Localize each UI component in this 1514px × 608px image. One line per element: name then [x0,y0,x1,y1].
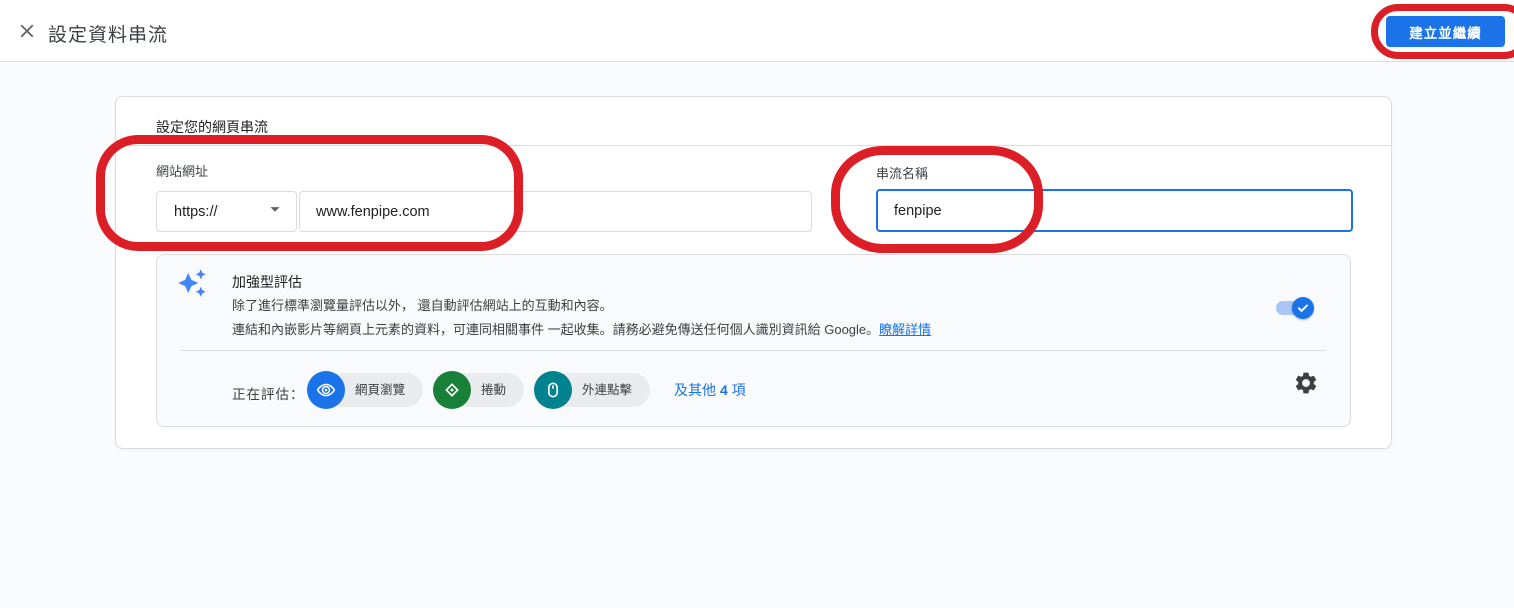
protocol-select[interactable]: https:// [156,191,297,232]
chip-scroll: 捲動 [433,371,524,409]
close-button[interactable] [12,17,42,47]
enhanced-measurement-description: 除了進行標準瀏覽量評估以外， 還自動評估網站上的互動和內容。 連結和內嵌影片等網… [232,294,931,342]
panel-divider [181,350,1326,351]
measuring-label: 正在評估： [232,383,305,403]
stream-name-input[interactable] [876,189,1353,232]
scroll-icon [433,371,471,409]
create-and-continue-button[interactable]: 建立並繼續 [1386,16,1505,47]
measurement-chips-row: 網頁瀏覽 捲動 外連點擊 [307,371,746,409]
toggle-thumb-check-icon [1292,297,1314,319]
enhanced-measurement-panel: 加強型評估 除了進行標準瀏覽量評估以外， 還自動評估網站上的互動和內容。 連結和… [156,254,1351,427]
mouse-icon [534,371,572,409]
page-title: 設定資料串流 [48,20,168,47]
chevron-down-icon [264,198,286,225]
learn-more-link[interactable]: 瞭解詳情 [879,322,931,337]
eye-icon [307,371,345,409]
chip-outbound-clicks: 外連點擊 [534,371,650,409]
stream-name-label: 串流名稱 [876,163,928,182]
website-url-input[interactable] [299,191,812,232]
card-header-divider [116,145,1391,146]
protocol-selected-value: https:// [174,204,264,220]
web-stream-setup-card: 設定您的網頁串流 網站網址 https:// 串流名稱 加強型評估 除了進行標準… [115,96,1392,449]
settings-gear-button[interactable] [1292,370,1320,398]
gear-icon [1293,384,1319,399]
enhanced-measurement-title: 加強型評估 [232,272,302,292]
description-line-1: 除了進行標準瀏覽量評估以外， 還自動評估網站上的互動和內容。 [232,298,613,313]
enhanced-measurement-toggle[interactable] [1276,294,1320,322]
close-icon [16,20,38,45]
top-bar: 設定資料串流 建立並繼續 [0,0,1514,62]
more-items-link[interactable]: 及其他 4 項 [674,380,746,400]
website-url-label: 網站網址 [156,161,208,180]
chip-page-views: 網頁瀏覽 [307,371,423,409]
description-line-2: 連結和內嵌影片等網頁上元素的資料，可連同相關事件 一起收集。請務必避免傳送任何個… [232,322,879,337]
sparkle-icon [177,268,207,303]
card-header-title: 設定您的網頁串流 [156,117,268,137]
